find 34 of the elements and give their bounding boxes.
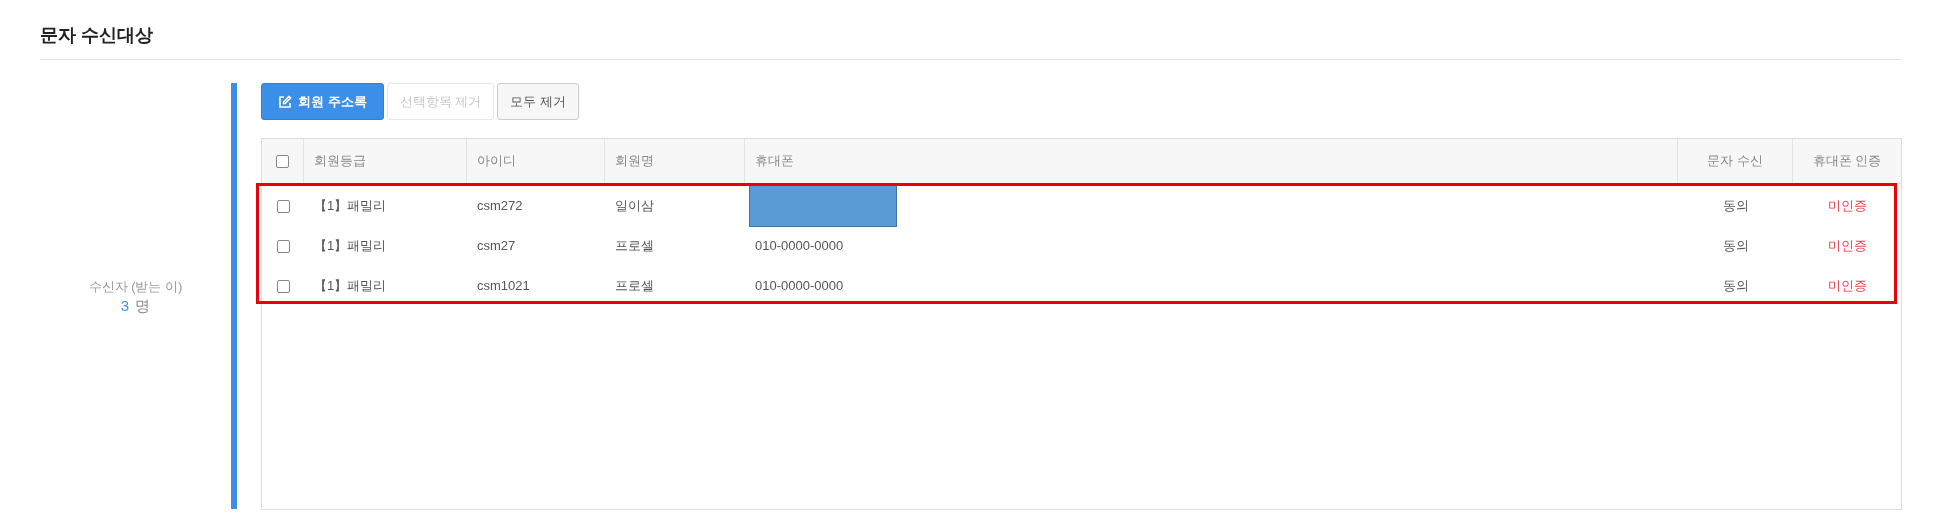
table-cell-text: 동의	[1722, 277, 1749, 296]
column-header: 휴대폰 인증	[1812, 152, 1882, 171]
recipient-count: 3	[120, 296, 130, 315]
table-cell: csm1021	[477, 278, 530, 294]
column-header: 문자 수신	[1707, 152, 1763, 171]
column-header: 휴대폰	[755, 152, 794, 171]
column-header: 아이디	[477, 152, 516, 171]
checkbox[interactable]	[276, 154, 289, 168]
checkbox[interactable]	[276, 199, 290, 213]
status-text: 미인증	[1827, 197, 1867, 216]
table-cell-text: 동의	[1722, 197, 1749, 216]
table-cell: csm272	[477, 198, 523, 214]
table-cell: csm27	[477, 238, 516, 254]
status-text: 미인증	[1827, 237, 1867, 256]
toolbar-button[interactable]: 모두 제거	[497, 83, 579, 120]
checkbox[interactable]	[276, 279, 290, 293]
table-cell-text: 010-0000-0000	[754, 277, 845, 296]
table-cell-text: 010-0000-0000	[754, 237, 845, 256]
table-cell: 【1】패밀리	[314, 238, 387, 254]
status-text: 미인증	[1827, 277, 1867, 296]
column-header: 회원명	[615, 152, 654, 171]
toolbar-button[interactable]: 회원 주소록	[261, 83, 384, 120]
recipients-label: 수신자 (받는 이)	[88, 278, 183, 297]
column-header: 회원등급	[314, 152, 366, 171]
count-unit: 명	[135, 296, 151, 315]
table-cell: 일이삼	[615, 198, 654, 214]
checkbox[interactable]	[276, 239, 290, 253]
section-title: 문자 수신대상	[40, 24, 154, 47]
table-cell: 프로셀	[615, 238, 654, 254]
table-cell: 【1】패밀리	[314, 278, 387, 294]
table-cell-text: 동의	[1722, 237, 1749, 256]
table-cell: 프로셀	[615, 278, 654, 294]
table-cell: 【1】패밀리	[314, 198, 387, 214]
edit-icon	[278, 94, 292, 109]
